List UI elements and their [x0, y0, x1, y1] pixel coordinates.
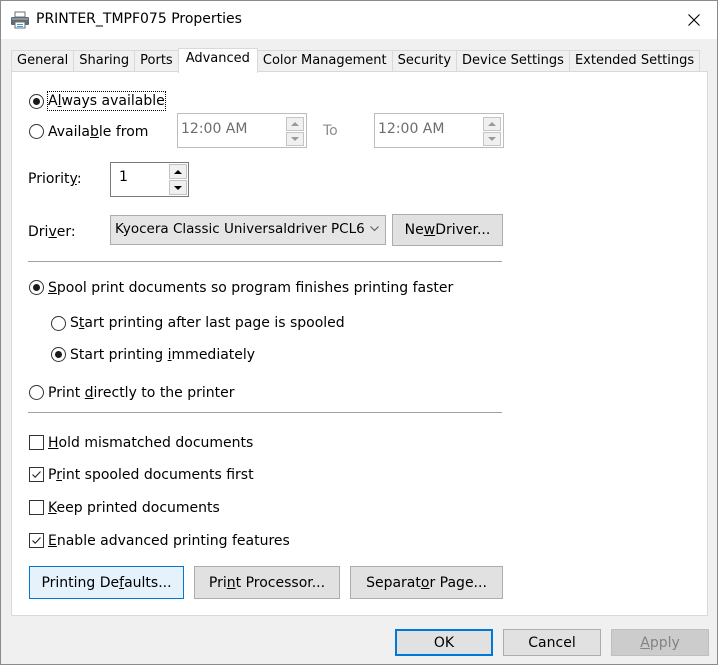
arrow-up-icon [174, 169, 182, 174]
tab-color-management[interactable]: Color Management [257, 50, 392, 72]
spool-radio[interactable] [29, 280, 44, 295]
available-from-label[interactable]: Available from [48, 123, 148, 141]
always-available-radio[interactable] [29, 94, 44, 109]
advanced-panel: Always available Available from 12:00 AM… [11, 71, 708, 616]
to-time-value: 12:00 AM [378, 121, 445, 137]
print-processor-button[interactable]: Pri n t Processor... [194, 566, 340, 599]
hold-mismatched-label[interactable]: Hold mismatched documents [48, 434, 253, 452]
start-after-last-page-radio[interactable] [51, 316, 66, 331]
from-time-value: 12:00 AM [181, 121, 248, 137]
always-available-label[interactable]: Always available [47, 91, 166, 111]
to-time-down-button[interactable] [483, 132, 501, 146]
chevron-down-icon [370, 226, 379, 232]
tab-general[interactable]: General [11, 50, 74, 72]
tab-strip: General Sharing Ports Advanced Color Man… [11, 48, 701, 73]
to-time-spinner[interactable]: 12:00 AM [374, 113, 504, 148]
separator-2 [28, 412, 502, 413]
from-time-up-button[interactable] [286, 117, 304, 131]
print-spooled-first-checkbox[interactable] [29, 467, 44, 482]
close-icon [688, 14, 700, 26]
arrow-up-icon [488, 122, 496, 126]
new-driver-button[interactable]: Ne w Driver... [392, 214, 503, 246]
cancel-button[interactable]: Cancel [503, 629, 601, 656]
start-immediately-label[interactable]: Start printing immediately [70, 346, 255, 364]
to-time-up-button[interactable] [483, 117, 501, 131]
to-label: To [323, 123, 338, 139]
tab-device-settings[interactable]: Device Settings [456, 50, 569, 72]
driver-label: Driver: [28, 224, 76, 240]
arrow-up-icon [291, 122, 299, 126]
ok-button[interactable]: OK [395, 629, 493, 656]
start-after-last-page-label[interactable]: Start printing after last page is spoole… [70, 314, 345, 332]
print-spooled-first-label[interactable]: Print spooled documents first [48, 466, 254, 484]
apply-button[interactable]: Apply [611, 629, 709, 656]
from-time-down-button[interactable] [286, 132, 304, 146]
tab-security[interactable]: Security [391, 50, 457, 72]
separator-1 [28, 261, 502, 262]
tab-ports[interactable]: Ports [134, 50, 178, 72]
separator-page-button[interactable]: Separat o r Page... [350, 566, 503, 599]
hold-mismatched-checkbox[interactable] [29, 435, 44, 450]
priority-spinner[interactable]: 1 [110, 162, 189, 197]
enable-advanced-features-label[interactable]: Enable advanced printing features [48, 532, 290, 550]
print-directly-radio[interactable] [29, 385, 44, 400]
priority-up-button[interactable] [169, 164, 187, 179]
priority-label: Priority: [28, 171, 82, 187]
printer-properties-dialog: PRINTER_TMPF075 Properties General Shari… [0, 0, 718, 665]
arrow-down-icon [488, 137, 496, 141]
start-immediately-radio[interactable] [51, 347, 66, 362]
checkmark-icon [32, 537, 41, 544]
priority-down-button[interactable] [169, 180, 187, 195]
printing-defaults-button[interactable]: Printing De f aults... [29, 566, 184, 599]
window-title: PRINTER_TMPF075 Properties [36, 11, 242, 27]
arrow-down-icon [291, 137, 299, 141]
from-time-spinner[interactable]: 12:00 AM [177, 113, 307, 148]
enable-advanced-features-checkbox[interactable] [29, 533, 44, 548]
driver-dropdown[interactable]: Kyocera Classic Universaldriver PCL6 [110, 215, 386, 245]
keep-printed-label[interactable]: Keep printed documents [48, 499, 220, 517]
printer-icon [11, 11, 29, 29]
tab-extended-settings[interactable]: Extended Settings [568, 50, 701, 72]
spool-label[interactable]: Spool print documents so program finishe… [48, 279, 453, 297]
driver-selected-value: Kyocera Classic Universaldriver PCL6 [115, 221, 365, 237]
close-button[interactable] [671, 1, 717, 39]
keep-printed-checkbox[interactable] [29, 500, 44, 515]
print-directly-label[interactable]: Print directly to the printer [48, 384, 235, 402]
title-bar: PRINTER_TMPF075 Properties [1, 1, 717, 39]
tab-sharing[interactable]: Sharing [73, 50, 135, 72]
tab-advanced[interactable]: Advanced [177, 48, 258, 73]
checkmark-icon [32, 471, 41, 478]
available-from-radio[interactable] [29, 124, 44, 139]
priority-value: 1 [119, 169, 128, 185]
arrow-down-icon [174, 185, 182, 190]
